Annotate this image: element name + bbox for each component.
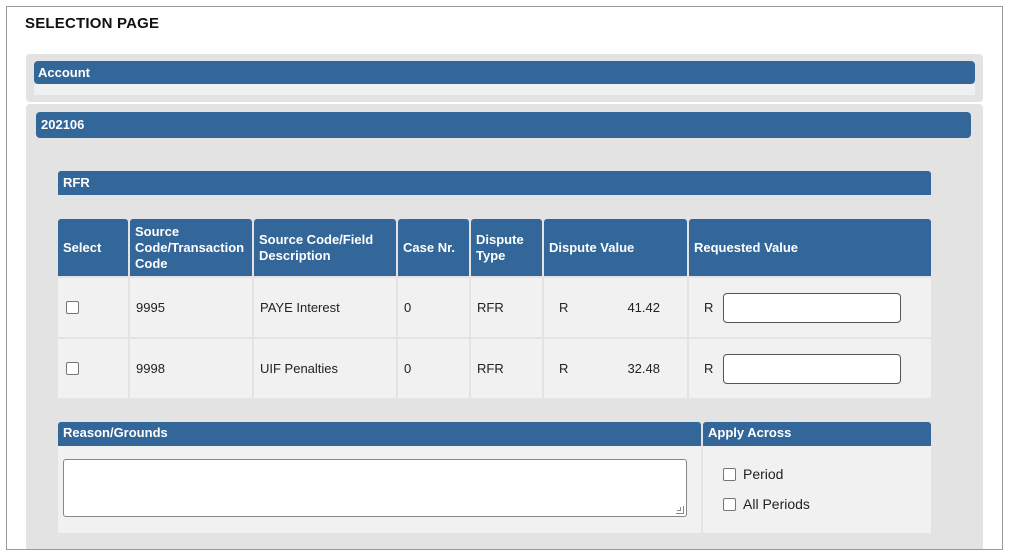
reason-grounds-header: Reason/Grounds <box>58 422 701 446</box>
selection-page-frame: SELECTION PAGE Account 202106 RFR Select… <box>6 6 1003 550</box>
case-nr-cell: 0 <box>398 339 469 398</box>
resize-grip-icon[interactable] <box>676 506 684 514</box>
row-select-checkbox[interactable] <box>66 301 79 314</box>
period-checkbox[interactable] <box>723 467 736 481</box>
row-select-checkbox[interactable] <box>66 362 79 375</box>
currency-symbol: R <box>704 361 714 376</box>
requested-value-input[interactable] <box>723 354 901 384</box>
apply-across-header: Apply Across <box>703 422 931 446</box>
period-label: Period <box>743 466 784 482</box>
select-cell <box>58 278 128 337</box>
all-periods-checkbox[interactable] <box>723 497 736 511</box>
dispute-amount: 32.48 <box>627 361 660 376</box>
column-header-select: Select <box>58 219 128 276</box>
currency-symbol: R <box>704 300 714 315</box>
source-code-cell: 9995 <box>130 278 252 337</box>
period-header[interactable]: 202106 <box>36 112 971 138</box>
dispute-type-cell: RFR <box>471 339 542 398</box>
column-header-source-code: Source Code/Transaction Code <box>130 219 252 276</box>
account-panel: Account <box>26 54 983 102</box>
apply-across-body: Period All Periods <box>703 446 931 533</box>
apply-option-period[interactable]: Period <box>723 466 783 482</box>
account-strip <box>34 84 975 95</box>
reason-grounds-body <box>58 446 701 533</box>
all-periods-label: All Periods <box>743 496 810 512</box>
column-header-description: Source Code/Field Description <box>254 219 396 276</box>
source-code-cell: 9998 <box>130 339 252 398</box>
currency-symbol: R <box>559 361 569 376</box>
page-title: SELECTION PAGE <box>25 15 160 32</box>
requested-value-cell: R <box>689 339 931 398</box>
dispute-amount: 41.42 <box>627 300 660 315</box>
reason-grounds-textarea[interactable] <box>63 459 687 517</box>
requested-value-cell: R <box>689 278 931 337</box>
rfr-header[interactable]: RFR <box>58 171 931 195</box>
account-header[interactable]: Account <box>34 61 975 84</box>
currency-symbol: R <box>559 300 569 315</box>
column-header-dispute-type: Dispute Type <box>471 219 542 276</box>
description-cell: PAYE Interest <box>254 278 396 337</box>
column-header-dispute-value: Dispute Value <box>544 219 687 276</box>
column-header-requested-value: Requested Value <box>689 219 931 276</box>
description-cell: UIF Penalties <box>254 339 396 398</box>
apply-option-all-periods[interactable]: All Periods <box>723 496 810 512</box>
period-panel: 202106 RFR Select Source Code/Transactio… <box>26 104 983 549</box>
dispute-value-cell: R 41.42 <box>544 278 687 337</box>
dispute-value-cell: R 32.48 <box>544 339 687 398</box>
requested-value-input[interactable] <box>723 293 901 323</box>
column-header-case-nr: Case Nr. <box>398 219 469 276</box>
select-cell <box>58 339 128 398</box>
case-nr-cell: 0 <box>398 278 469 337</box>
dispute-type-cell: RFR <box>471 278 542 337</box>
